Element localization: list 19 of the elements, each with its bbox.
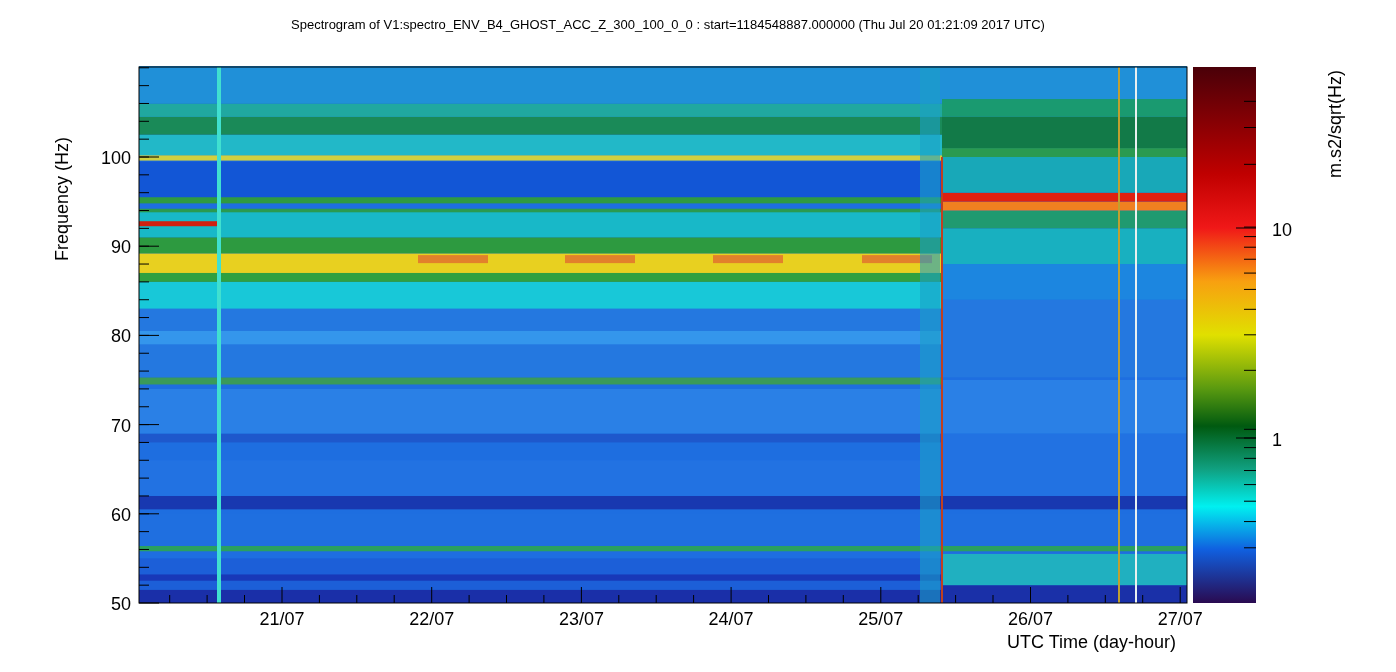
colorbar-label: m.s2/sqrt(Hz) [1325, 70, 1345, 178]
x-tick-label: 26/07 [1008, 609, 1053, 629]
x-tick-label: 21/07 [259, 609, 305, 629]
y-tick-label: 80 [110, 326, 131, 347]
x-tick-label: 27/07 [1157, 609, 1203, 629]
y-tick-label: 100 [100, 148, 131, 168]
y-tick-label: 50 [110, 594, 131, 614]
x-axis-label: UTC Time (day-hour) [1006, 632, 1176, 652]
plot-title: Spectrogram of V1:spectro_ENV_B4_GHOST_ACC_Z_300_100_0_0 : start=1184548887.000000 (Thu Jul 20 01:21:09 2017 UTC) [291, 17, 1045, 32]
y-axis-label: Frequency (Hz) [52, 137, 72, 262]
x-tick-label: 23/07 [558, 609, 604, 629]
x-tick-label: 25/07 [858, 609, 904, 629]
y-tick-label: 70 [110, 415, 131, 436]
y-tick-label: 90 [110, 237, 131, 258]
y-tick-label: 60 [110, 504, 131, 525]
colorbar-tick-label: 1 [1272, 430, 1282, 450]
colorbar-tick-label: 10 [1272, 220, 1293, 240]
x-tick-label: 24/07 [708, 609, 754, 629]
x-tick-label: 22/07 [409, 609, 455, 629]
